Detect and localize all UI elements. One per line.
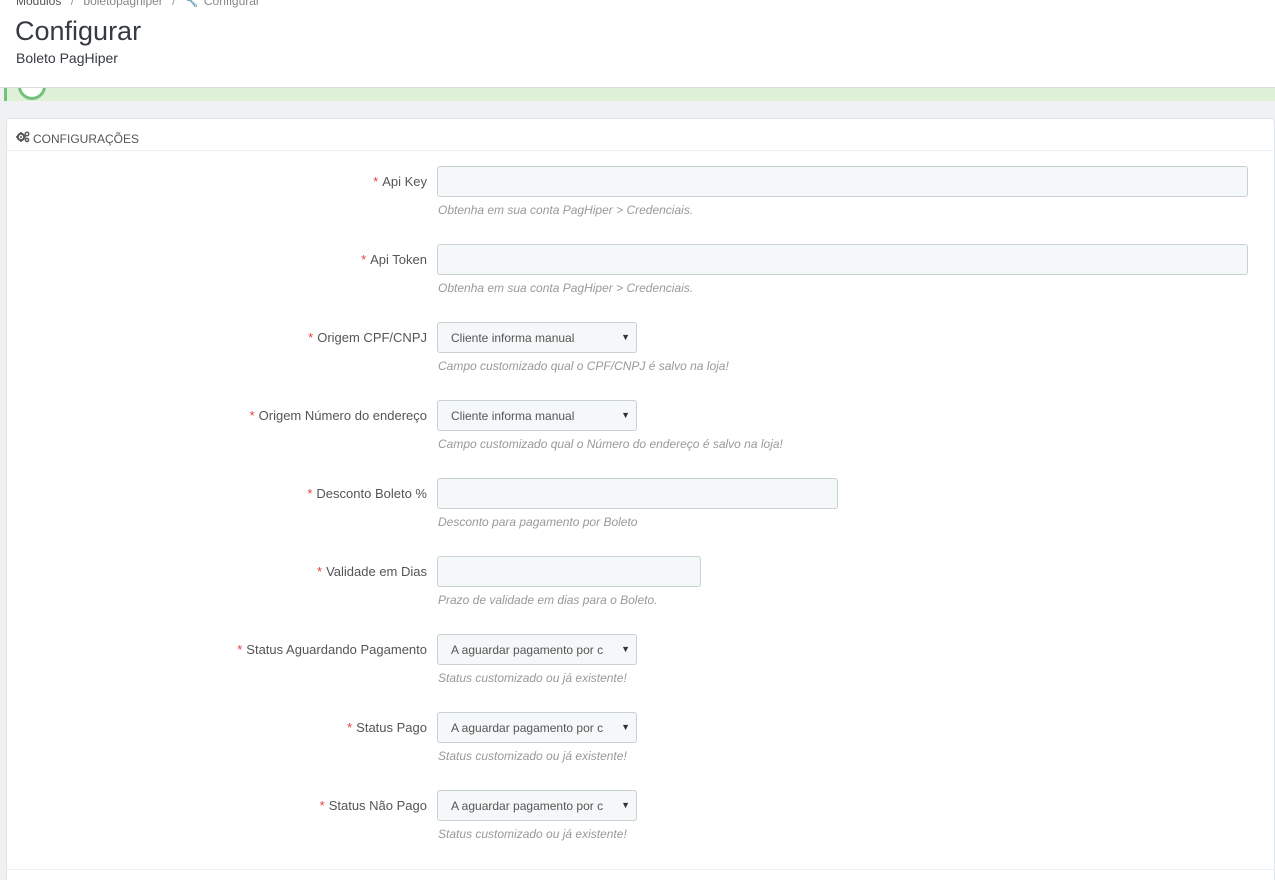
required-mark: * xyxy=(373,174,379,189)
required-mark: * xyxy=(307,486,313,501)
panel-footer-divider xyxy=(7,869,1275,870)
panel-title: CONFIGURAÇÕES xyxy=(33,131,140,146)
breadcrumb-separator: / xyxy=(70,0,75,8)
validade-label: * Validade em Dias xyxy=(317,564,427,579)
desconto-label: * Desconto Boleto % xyxy=(307,486,427,501)
page-header: Módulos / boletopaghiper / 🔧 Configurar … xyxy=(0,0,1275,88)
status-nao-pago-label-text: Status Não Pago xyxy=(328,798,427,813)
api-token-label: * Api Token xyxy=(361,252,427,267)
required-mark: * xyxy=(308,330,314,345)
desconto-help: Desconto para pagamento por Boleto xyxy=(438,515,638,529)
caret-down-icon: ▼ xyxy=(621,644,630,654)
required-mark: * xyxy=(249,408,255,423)
status-aguardando-help: Status customizado ou já existente! xyxy=(438,671,627,685)
success-alert xyxy=(4,88,1275,101)
breadcrumb-separator: / xyxy=(172,0,176,8)
origem-cpf-label-text: Origem CPF/CNPJ xyxy=(317,330,427,345)
origem-cpf-help: Campo customizado qual o CPF/CNPJ é salv… xyxy=(438,359,729,373)
required-mark: * xyxy=(347,720,353,735)
api-key-input[interactable] xyxy=(437,166,1248,197)
caret-down-icon: ▼ xyxy=(621,722,630,732)
required-mark: * xyxy=(237,642,243,657)
origem-cpf-select[interactable]: Cliente informa manual ▼ xyxy=(437,322,637,353)
status-pago-value: A aguardar pagamento por c xyxy=(451,721,604,735)
status-nao-pago-value: A aguardar pagamento por c xyxy=(451,799,604,813)
caret-down-icon: ▼ xyxy=(621,332,630,342)
required-mark: * xyxy=(361,252,367,267)
origem-numero-value: Cliente informa manual xyxy=(451,409,575,423)
caret-down-icon: ▼ xyxy=(621,410,630,420)
api-key-label-text: Api Key xyxy=(382,174,427,189)
breadcrumb-current: Configurar xyxy=(203,0,260,8)
breadcrumb-module[interactable]: boletopaghiper xyxy=(83,0,162,8)
origem-cpf-value: Cliente informa manual xyxy=(451,331,575,345)
caret-down-icon: ▼ xyxy=(621,800,630,810)
origem-numero-label: * Origem Número do endereço xyxy=(250,408,427,423)
api-key-label: * Api Key xyxy=(373,174,427,189)
status-nao-pago-label: * Status Não Pago xyxy=(320,798,427,813)
required-mark: * xyxy=(317,564,323,579)
status-aguardando-value: A aguardar pagamento por c xyxy=(451,643,604,657)
status-nao-pago-select[interactable]: A aguardar pagamento por c ▼ xyxy=(437,790,637,821)
status-aguardando-label: * Status Aguardando Pagamento xyxy=(237,642,427,657)
origem-numero-label-text: Origem Número do endereço xyxy=(258,408,427,423)
api-token-input[interactable] xyxy=(437,244,1248,275)
api-token-help: Obtenha em sua conta PagHiper > Credenci… xyxy=(438,281,694,295)
config-panel: CONFIGURAÇÕES * Api Key Obtenha em sua co… xyxy=(6,118,1275,880)
status-pago-label: * Status Pago xyxy=(347,720,427,735)
validade-label-text: Validade em Dias xyxy=(326,564,427,579)
panel-heading: CONFIGURAÇÕES xyxy=(7,119,1274,151)
validade-input[interactable] xyxy=(437,556,701,587)
status-aguardando-select[interactable]: A aguardar pagamento por c ▼ xyxy=(437,634,637,665)
origem-numero-select[interactable]: Cliente informa manual ▼ xyxy=(437,400,637,431)
breadcrumb: Módulos / boletopaghiper / 🔧 Configurar xyxy=(16,0,260,8)
api-key-help: Obtenha em sua conta PagHiper > Credenci… xyxy=(438,203,694,217)
origem-numero-help: Campo customizado qual o Número do ender… xyxy=(438,437,783,451)
status-pago-label-text: Status Pago xyxy=(356,720,427,735)
wrench-icon: 🔧 xyxy=(184,0,199,8)
api-token-label-text: Api Token xyxy=(370,252,427,267)
origem-cpf-label: * Origem CPF/CNPJ xyxy=(308,330,427,345)
status-pago-select[interactable]: A aguardar pagamento por c ▼ xyxy=(437,712,637,743)
page-subtitle: Boleto PagHiper xyxy=(16,50,118,66)
breadcrumb-modulos[interactable]: Módulos xyxy=(16,0,61,8)
desconto-label-text: Desconto Boleto % xyxy=(316,486,427,501)
cogs-icon xyxy=(16,131,30,146)
desconto-input[interactable] xyxy=(437,478,838,509)
required-mark: * xyxy=(319,798,325,813)
page-title: Configurar xyxy=(15,16,142,46)
check-circle-icon xyxy=(18,88,46,100)
status-pago-help: Status customizado ou já existente! xyxy=(438,749,627,763)
status-aguardando-label-text: Status Aguardando Pagamento xyxy=(246,642,427,657)
validade-help: Prazo de validade em dias para o Boleto. xyxy=(438,593,658,607)
status-nao-pago-help: Status customizado ou já existente! xyxy=(438,827,627,841)
